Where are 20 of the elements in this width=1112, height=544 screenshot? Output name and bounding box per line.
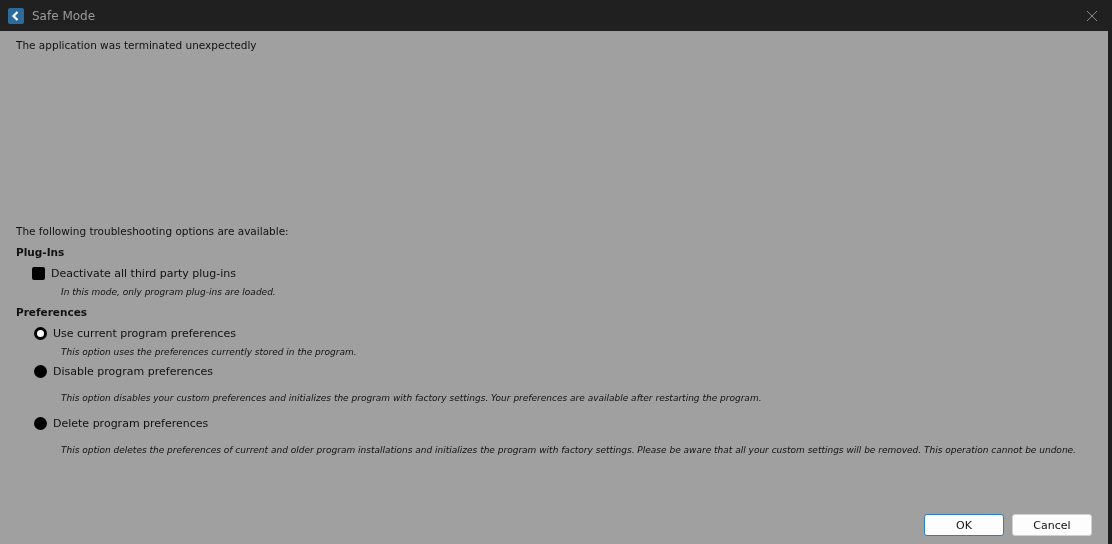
radio-button[interactable]: [34, 364, 47, 378]
option-description: This option disables your custom preferences and initializes the program with factory settings. Your preferences are available after restarting the program.: [60, 392, 763, 405]
option-description: This option uses the preferences currently stored in the program.: [60, 346, 358, 359]
intro-text: The following troubleshooting options are available:: [16, 224, 290, 239]
checkbox-label[interactable]: Deactivate all third party plug-ins: [51, 266, 236, 280]
window-title: Safe Mode: [32, 8, 97, 23]
radio-button[interactable]: [34, 326, 47, 340]
option-description: In this mode, only program plug-ins are loaded.: [60, 286, 277, 299]
cancel-button[interactable]: Cancel: [1012, 514, 1092, 536]
radio-label[interactable]: Disable program preferences: [53, 364, 213, 378]
radio-label[interactable]: Use current program preferences: [53, 326, 236, 340]
section-heading: Plug-Ins: [16, 245, 66, 260]
radio-button[interactable]: [34, 416, 47, 430]
app-logo-icon: [8, 7, 24, 24]
radio-label[interactable]: Delete program preferences: [53, 416, 209, 430]
checkbox[interactable]: [32, 266, 45, 280]
error-message: The application was terminated unexpectedly: [16, 38, 258, 53]
ok-button[interactable]: OK: [924, 514, 1004, 536]
section-heading: Preferences: [16, 305, 89, 320]
option-description: This option deletes the preferences of current and older program installations and initializes the program with factory settings. Please be aware that all your custom settings will be removed. This operation cannot be undone.: [60, 444, 1077, 457]
